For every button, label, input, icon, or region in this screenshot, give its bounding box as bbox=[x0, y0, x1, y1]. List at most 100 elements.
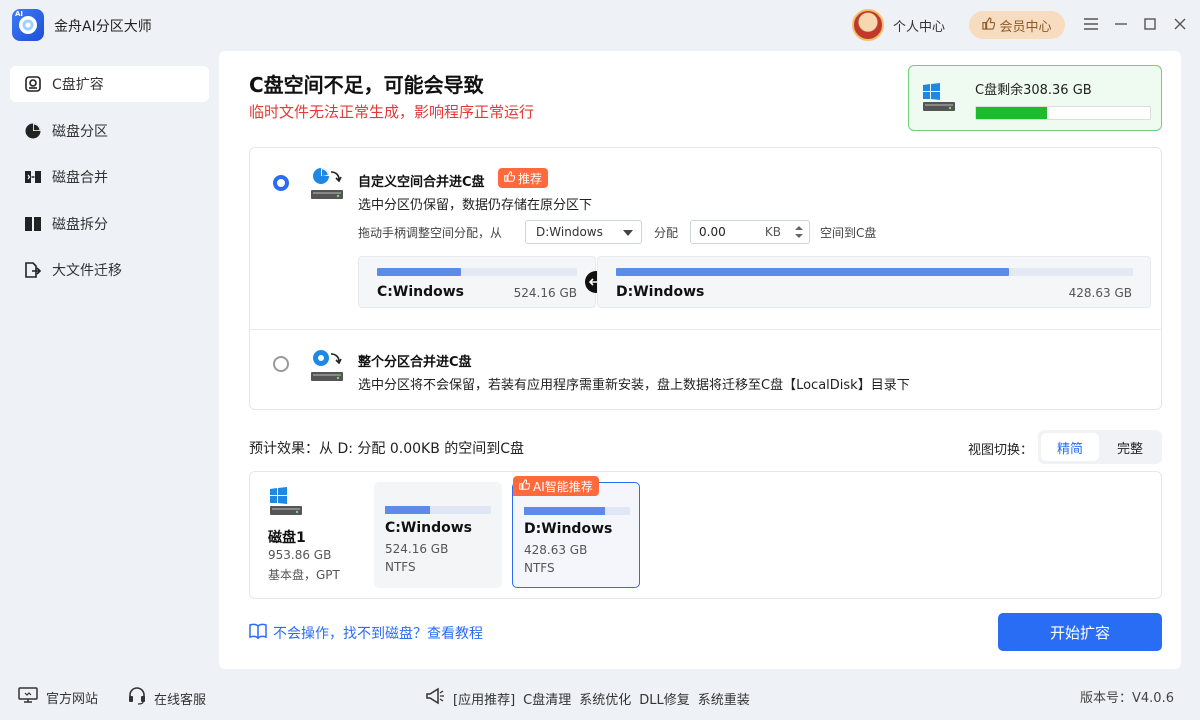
partition-c-name: C:Windows bbox=[377, 284, 464, 300]
preview-d-bar bbox=[524, 507, 630, 515]
warning-text: 临时文件无法正常生成，影响程序正常运行 bbox=[249, 103, 535, 121]
main-panel: C盘空间不足，可能会导致 临时文件无法正常生成，影响程序正常运行 C盘剩余308… bbox=[219, 51, 1181, 669]
disk-name: 磁盘1 bbox=[268, 530, 306, 546]
footer: 官方网站 在线客服 [应用推荐] C盘清理 系统优化 DLL修复 系统重装 版本… bbox=[0, 670, 1200, 720]
vip-center-label: 会员中心 bbox=[999, 19, 1052, 35]
whole-merge-icon bbox=[309, 348, 345, 384]
pie-icon bbox=[24, 122, 42, 140]
source-partition-value: D:Windows bbox=[536, 225, 603, 239]
chevron-down-icon bbox=[623, 230, 633, 236]
allocation-row: 拖动手柄调整空间分配，从 bbox=[358, 219, 502, 245]
book-icon bbox=[249, 623, 267, 643]
amount-value: 0.00 bbox=[699, 225, 726, 239]
sidebar-item-partition[interactable]: 磁盘分区 bbox=[10, 113, 209, 149]
help-tutorial-link[interactable]: 不会操作，找不到磁盘？查看教程 bbox=[249, 623, 483, 643]
footer-link-dll[interactable]: DLL修复 bbox=[639, 689, 690, 708]
windows-drive-icon bbox=[921, 82, 957, 118]
custom-merge-icon bbox=[309, 166, 345, 202]
maximize-icon[interactable] bbox=[1140, 14, 1160, 34]
support-link[interactable]: 在线客服 bbox=[128, 687, 206, 709]
version-text: 版本号：V4.0.6 bbox=[1080, 691, 1174, 706]
alloc-suffix-row: 空间到C盘 bbox=[820, 219, 876, 245]
disk-size: 953.86 GB bbox=[268, 548, 332, 562]
recommend-badge-label: 推荐 bbox=[518, 171, 543, 186]
sidebar-item-migrate[interactable]: 大文件迁移 bbox=[10, 252, 209, 288]
view-full-tab[interactable]: 完整 bbox=[1101, 433, 1159, 461]
partition-c-bar bbox=[377, 268, 577, 276]
option-custom-radio[interactable] bbox=[273, 175, 289, 191]
thumbs-up-icon bbox=[982, 16, 996, 34]
recommend-badge: 推荐 bbox=[498, 168, 549, 188]
preview-d-fs: NTFS bbox=[524, 561, 555, 575]
windows-drive-icon bbox=[268, 486, 304, 516]
alloc-suffix: 空间到C盘 bbox=[820, 225, 877, 240]
sidebar-item-c-expand[interactable]: C盘扩容 bbox=[10, 66, 209, 102]
sidebar-item-label: 磁盘合并 bbox=[52, 170, 108, 186]
page-title: C盘空间不足，可能会导致 bbox=[249, 73, 484, 97]
drive-icon bbox=[24, 75, 42, 93]
thumbs-up-icon bbox=[519, 479, 531, 493]
option-custom-title: 自定义空间合并进C盘 bbox=[358, 175, 485, 190]
menu-icon[interactable] bbox=[1081, 14, 1101, 34]
sidebar-item-merge[interactable]: 磁盘合并 bbox=[10, 159, 209, 195]
footer-links: [应用推荐] C盘清理 系统优化 DLL修复 系统重装 bbox=[425, 687, 750, 709]
avatar[interactable] bbox=[852, 9, 884, 41]
free-space-label: C盘剩余308.36 GB bbox=[975, 83, 1092, 98]
option-custom-desc: 选中分区仍保留，数据仍存储在原分区下 bbox=[358, 198, 593, 213]
title-bar: AI 金舟AI分区大师 个人中心 会员中心 bbox=[0, 0, 1200, 50]
preview-c-fs: NTFS bbox=[385, 560, 416, 574]
sidebar-item-label: 磁盘拆分 bbox=[52, 217, 108, 233]
preview-d-size: 428.63 GB bbox=[524, 543, 588, 557]
alloc-mid: 分配 bbox=[654, 225, 679, 240]
option-whole-desc: 选中分区将不会保留，若装有应用程序需重新安装，盘上数据将迁移至C盘【LocalD… bbox=[358, 378, 910, 393]
thumbs-up-icon bbox=[504, 171, 516, 185]
partition-d-bar bbox=[616, 268, 1133, 276]
preview-panel: 磁盘1 953.86 GB 基本盘，GPT C:Windows 524.16 G… bbox=[249, 471, 1162, 599]
partition-d-size: 428.63 GB bbox=[1068, 286, 1132, 300]
preview-c-size: 524.16 GB bbox=[385, 542, 449, 556]
merge-options: 自定义空间合并进C盘 推荐 选中分区仍保留，数据仍存储在原分区下 拖动手柄调整空… bbox=[249, 147, 1162, 410]
vip-center-button[interactable]: 会员中心 bbox=[969, 11, 1065, 39]
merge-icon bbox=[24, 168, 42, 186]
amount-input[interactable]: 0.00 KB bbox=[690, 220, 810, 244]
source-partition-select[interactable]: D:Windows bbox=[525, 220, 642, 244]
website-link[interactable]: 官方网站 bbox=[18, 687, 98, 707]
alloc-mid-row: 分配 bbox=[654, 219, 678, 245]
footer-link-optimize[interactable]: 系统优化 bbox=[579, 689, 631, 708]
partition-c-card: C:Windows 524.16 GB bbox=[358, 256, 596, 308]
support-label: 在线客服 bbox=[154, 692, 207, 708]
preview-c-bar bbox=[385, 506, 491, 514]
help-link-label: 不会操作，找不到磁盘？查看教程 bbox=[273, 626, 483, 642]
sidebar-item-label: C盘扩容 bbox=[52, 77, 104, 93]
view-simple-tab[interactable]: 精简 bbox=[1041, 433, 1099, 461]
free-space-bar bbox=[975, 106, 1151, 120]
monitor-icon bbox=[18, 687, 38, 707]
minimize-icon[interactable] bbox=[1111, 14, 1131, 34]
close-icon[interactable] bbox=[1170, 14, 1190, 34]
app-logo-icon: AI bbox=[12, 9, 44, 41]
option-whole-radio[interactable] bbox=[273, 356, 289, 372]
option-whole-title: 整个分区合并进C盘 bbox=[358, 355, 472, 370]
effect-summary: 预计效果：从 D: 分配 0.00KB 的空间到C盘 bbox=[249, 441, 525, 457]
amount-unit: KB bbox=[764, 225, 781, 239]
split-icon bbox=[24, 215, 42, 233]
footer-link-reinstall[interactable]: 系统重装 bbox=[698, 689, 750, 708]
disk-type: 基本盘，GPT bbox=[268, 568, 340, 582]
ai-recommend-badge: AI智能推荐 bbox=[513, 476, 599, 496]
start-expand-button[interactable]: 开始扩容 bbox=[998, 613, 1162, 651]
preview-partition-c[interactable]: C:Windows 524.16 GB NTFS bbox=[374, 482, 502, 588]
footer-link-recommend[interactable]: [应用推荐] bbox=[453, 689, 515, 708]
user-center-link[interactable]: 个人中心 bbox=[893, 16, 945, 35]
preview-partition-d[interactable]: AI智能推荐 D:Windows 428.63 GB NTFS bbox=[512, 476, 640, 588]
preview-d-name: D:Windows bbox=[524, 521, 613, 537]
partition-d-card: D:Windows 428.63 GB bbox=[597, 256, 1151, 308]
migrate-icon bbox=[24, 261, 42, 279]
sidebar-item-split[interactable]: 磁盘拆分 bbox=[10, 206, 209, 242]
sidebar-item-label: 磁盘分区 bbox=[52, 124, 108, 140]
free-space-card: C盘剩余308.36 GB bbox=[908, 65, 1162, 131]
view-toggle: 精简 完整 bbox=[1038, 430, 1162, 464]
preview-c-name: C:Windows bbox=[385, 520, 472, 536]
footer-link-c-clean[interactable]: C盘清理 bbox=[523, 689, 571, 708]
stepper-icon[interactable] bbox=[793, 223, 805, 241]
megaphone-icon bbox=[425, 687, 445, 709]
